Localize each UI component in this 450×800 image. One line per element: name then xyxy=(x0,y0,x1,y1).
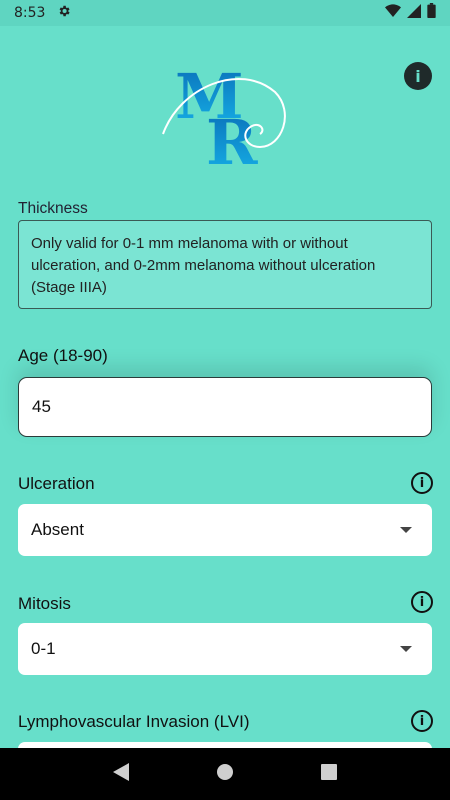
battery-icon xyxy=(427,3,436,23)
app-logo: M R xyxy=(160,52,295,179)
thickness-label: Thickness xyxy=(18,200,88,217)
mitosis-dropdown[interactable]: 0-1 xyxy=(18,623,432,675)
status-bar: 8:53 xyxy=(0,0,450,26)
lvi-label: Lymphovascular Invasion (LVI) xyxy=(18,712,250,731)
info-icon: i xyxy=(415,66,421,86)
lvi-info-icon[interactable]: i xyxy=(411,710,433,732)
status-time: 8:53 xyxy=(14,5,46,21)
recents-icon[interactable] xyxy=(320,763,337,785)
signal-icon xyxy=(407,3,421,23)
wifi-icon xyxy=(385,3,401,23)
age-input[interactable]: 45 xyxy=(18,377,432,437)
mitosis-value: 0-1 xyxy=(31,639,56,658)
navigation-bar xyxy=(0,748,450,800)
mitosis-info-icon[interactable]: i xyxy=(411,591,433,613)
home-icon[interactable] xyxy=(216,763,234,786)
ulceration-label: Ulceration xyxy=(18,474,95,493)
info-button[interactable]: i xyxy=(404,62,432,90)
mitosis-label: Mitosis xyxy=(18,594,71,613)
back-icon[interactable] xyxy=(113,762,130,786)
dropdown-caret-icon xyxy=(400,527,412,533)
dropdown-caret-icon xyxy=(400,646,412,652)
settings-icon xyxy=(57,4,71,23)
svg-text:R: R xyxy=(206,106,258,172)
age-label: Age (18-90) xyxy=(18,346,108,365)
ulceration-value: Absent xyxy=(31,520,84,539)
thickness-note: Only valid for 0-1 mm melanoma with or w… xyxy=(18,220,432,309)
ulceration-dropdown[interactable]: Absent xyxy=(18,504,432,556)
ulceration-info-icon[interactable]: i xyxy=(411,472,433,494)
